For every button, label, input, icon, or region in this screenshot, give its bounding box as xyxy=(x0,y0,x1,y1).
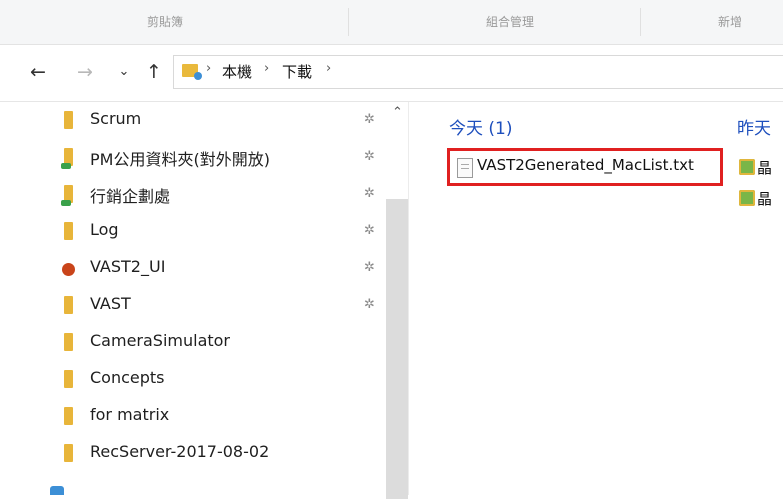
downloads-folder-icon xyxy=(182,64,202,80)
pin-icon[interactable]: ✲ xyxy=(364,223,375,238)
sidebar-item-label: CameraSimulator xyxy=(90,331,231,350)
text-file-icon xyxy=(457,158,473,178)
sidebar-item-label: VAST xyxy=(90,294,131,313)
chevron-down-icon[interactable]: ⌄ xyxy=(112,59,136,85)
sidebar-item-label: Log xyxy=(90,220,119,239)
shared-folder-icon xyxy=(61,148,73,169)
file-item[interactable]: VAST2Generated_MacList.txt xyxy=(447,148,723,186)
sidebar-item-marketing[interactable]: 行銷企劃處 ✲ xyxy=(0,176,408,213)
sidebar-item-recserver[interactable]: RecServer-2017-08-02 xyxy=(0,435,408,472)
sidebar-item-label: RecServer-2017-08-02 xyxy=(90,442,270,461)
archive-file-icon xyxy=(739,159,755,175)
sidebar-item-vast2-ui[interactable]: VAST2_UI ✲ xyxy=(0,250,408,287)
folder-icon xyxy=(64,296,73,314)
breadcrumb-separator-icon[interactable]: › xyxy=(206,61,211,76)
sidebar-item-vast[interactable]: VAST ✲ xyxy=(0,287,408,324)
archive-file-icon xyxy=(739,190,755,206)
ribbon-group-labels: 剪貼簿 組合管理 新增 xyxy=(0,0,783,45)
sidebar-item-label: for matrix xyxy=(90,405,170,424)
sidebar-item-label: VAST2_UI xyxy=(90,257,166,276)
sidebar-item-label: Concepts xyxy=(90,368,165,387)
sidebar-item-concepts[interactable]: Concepts xyxy=(0,361,408,398)
file-item[interactable]: 晶 xyxy=(739,157,783,179)
group-header-today[interactable]: 今天 (1) xyxy=(449,114,512,139)
file-name: VAST2Generated_MacList.txt xyxy=(477,156,694,174)
breadcrumb-this-pc[interactable]: 本機 xyxy=(222,61,252,82)
up-icon[interactable]: ↑ xyxy=(142,59,166,85)
pin-icon[interactable]: ✲ xyxy=(364,112,375,127)
partial-sidebar-icon xyxy=(50,486,64,495)
sidebar-item-label: PM公用資料夾(對外開放) xyxy=(90,150,270,169)
sidebar-item-label: 行銷企劃處 xyxy=(90,187,171,206)
folder-icon xyxy=(64,111,73,129)
file-name: 晶 xyxy=(757,159,773,177)
sidebar-item-label: Scrum xyxy=(90,109,142,128)
pin-icon[interactable]: ✲ xyxy=(364,260,375,275)
file-name: 晶 xyxy=(757,190,773,208)
ribbon-group-organize: 組合管理 xyxy=(485,15,534,29)
back-icon[interactable]: ← xyxy=(26,59,50,85)
folder-icon xyxy=(64,444,73,462)
ribbon-group-clipboard: 剪貼簿 xyxy=(146,15,183,29)
pin-icon[interactable]: ✲ xyxy=(364,149,375,164)
file-list: 今天 (1) 昨天 VAST2Generated_MacList.txt 晶 晶 xyxy=(409,102,783,495)
shared-folder-icon xyxy=(61,185,73,206)
breadcrumb-separator-icon[interactable]: › xyxy=(326,61,331,76)
folder-icon xyxy=(64,222,73,240)
navigation-bar: ← → ⌄ ↑ › 本機 › 下載 › xyxy=(0,45,783,102)
breadcrumb-separator-icon[interactable]: › xyxy=(264,61,269,76)
navigation-pane: ⌃ Scrum ✲ PM公用資料夾(對外開放) ✲ 行銷企劃處 ✲ Log ✲ … xyxy=(0,102,409,499)
sidebar-item-scrum[interactable]: Scrum ✲ xyxy=(0,102,408,139)
app-icon xyxy=(62,263,75,276)
forward-icon[interactable]: → xyxy=(73,59,97,85)
sidebar-item-pm-shared[interactable]: PM公用資料夾(對外開放) ✲ xyxy=(0,139,408,176)
sidebar-item-for-matrix[interactable]: for matrix xyxy=(0,398,408,435)
group-header-yesterday[interactable]: 昨天 xyxy=(737,114,771,139)
folder-icon xyxy=(64,407,73,425)
folder-icon xyxy=(64,333,73,351)
ribbon-separator xyxy=(348,8,349,36)
sidebar-item-camerasimulator[interactable]: CameraSimulator xyxy=(0,324,408,361)
ribbon-group-new: 新增 xyxy=(717,15,742,29)
breadcrumb-downloads[interactable]: 下載 xyxy=(282,61,312,82)
sidebar-item-log[interactable]: Log ✲ xyxy=(0,213,408,250)
pin-icon[interactable]: ✲ xyxy=(364,297,375,312)
address-bar[interactable]: › 本機 › 下載 › xyxy=(173,55,783,89)
ribbon-separator xyxy=(640,8,641,36)
folder-icon xyxy=(64,370,73,388)
pin-icon[interactable]: ✲ xyxy=(364,186,375,201)
file-item[interactable]: 晶 xyxy=(739,188,783,210)
